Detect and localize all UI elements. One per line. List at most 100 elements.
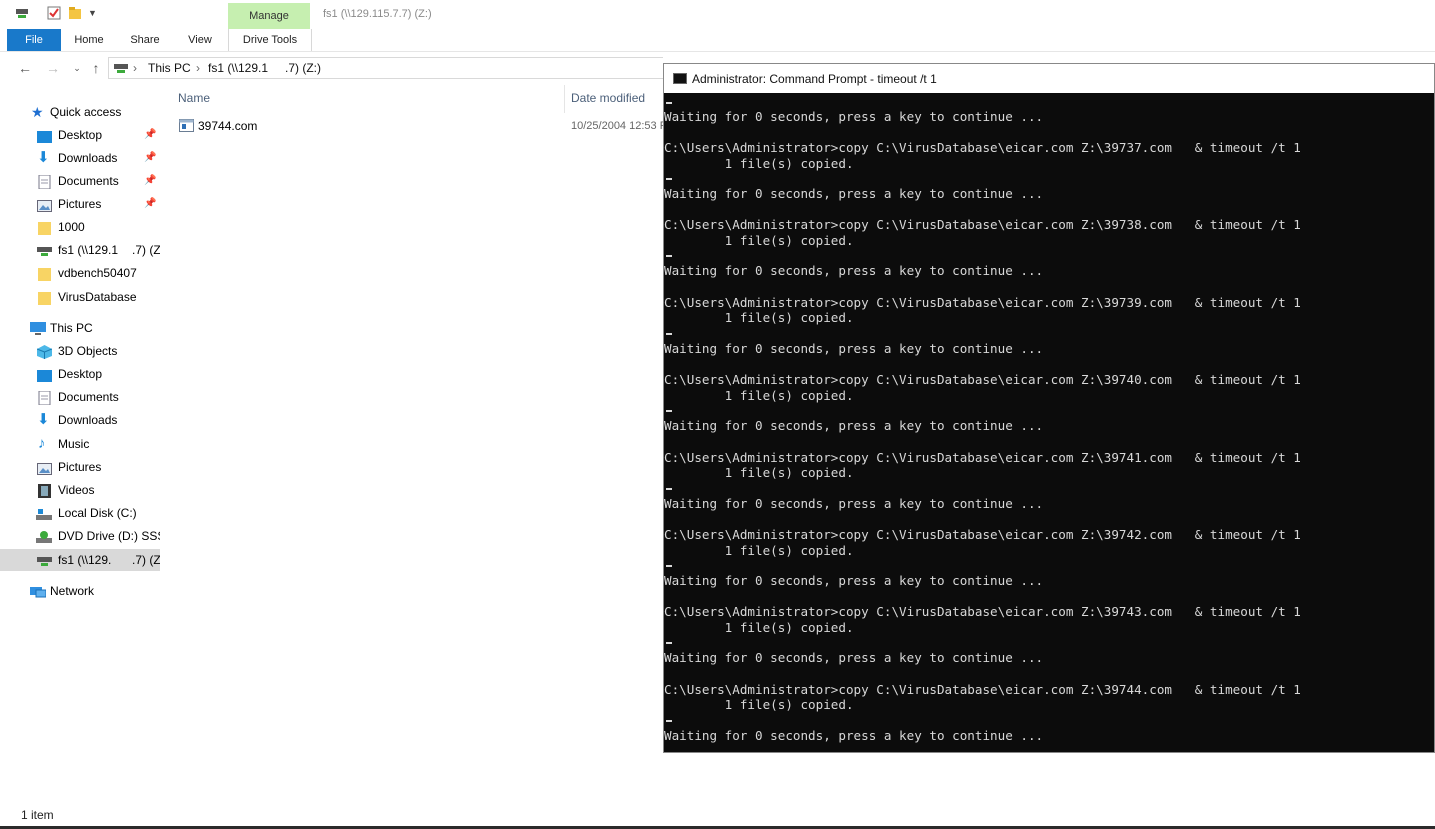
dvd-drive-icon: [36, 529, 52, 543]
cmd-title-bar[interactable]: Administrator: Command Prompt - timeout …: [664, 64, 1434, 93]
drive-icon: [114, 62, 128, 77]
column-header-name[interactable]: Name: [178, 91, 210, 105]
tab-view[interactable]: View: [178, 29, 222, 51]
download-arrow-icon: ⬇: [37, 411, 50, 428]
folder-icon: [38, 220, 53, 235]
column-header-date-modified[interactable]: Date modified: [571, 91, 645, 105]
hard-disk-icon: [36, 506, 52, 520]
console-command-line: C:\Users\Administrator>copy C:\VirusData…: [664, 681, 1301, 697]
recent-locations-icon[interactable]: ⌄: [68, 59, 86, 77]
breadcrumb-fs1[interactable]: fs1 (\\129.1: [208, 61, 268, 75]
cursor-mark: [666, 642, 672, 645]
music-note-icon: ♪: [38, 435, 46, 452]
cmd-window-title: Administrator: Command Prompt - timeout …: [692, 72, 937, 86]
console-wait-line: Waiting for 0 seconds, press a key to co…: [664, 650, 1044, 666]
pin-icon: 📌: [144, 175, 157, 186]
sidebar-item-videos[interactable]: Videos: [0, 479, 160, 501]
pin-icon: 📌: [144, 198, 157, 209]
sidebar-item-label: Downloads: [58, 413, 118, 427]
sidebar-item-pictures[interactable]: Pictures 📌: [0, 193, 160, 215]
file-row[interactable]: 39744.com 10/25/2004 12:53 P: [175, 116, 667, 136]
sidebar-item-downloads[interactable]: ⬇ Downloads 📌: [0, 147, 160, 169]
tab-share[interactable]: Share: [122, 29, 168, 51]
sidebar-item-label: Pictures: [58, 460, 102, 474]
console-output[interactable]: Waiting for 0 seconds, press a key to co…: [664, 93, 1434, 753]
properties-icon[interactable]: [47, 6, 61, 20]
desktop-icon: [37, 367, 52, 382]
cursor-mark: [666, 102, 672, 104]
console-command-line: C:\Users\Administrator>copy C:\VirusData…: [664, 140, 1301, 155]
cursor-mark: [666, 410, 672, 413]
sidebar-item-quick-access[interactable]: ★ Quick access: [0, 101, 160, 123]
film-icon: [38, 483, 53, 498]
sidebar-item-documents[interactable]: Documents 📌: [0, 170, 160, 192]
sidebar-item-network[interactable]: Network: [0, 580, 160, 602]
sidebar-item-downloads-pc[interactable]: ⬇ Downloads: [0, 409, 160, 431]
console-wait-line: Waiting for 0 seconds, press a key to co…: [664, 263, 1044, 279]
sidebar-item-virusdatabase[interactable]: VirusDatabase: [0, 286, 160, 308]
console-copied-line: 1 file(s) copied.: [664, 232, 854, 248]
navigation-pane: ★ Quick access Desktop 📌 ⬇ Downloads 📌 D…: [0, 100, 160, 800]
sidebar-item-fs1-pc[interactable]: fs1 (\\129. .7) (Z: [0, 549, 160, 571]
sidebar-item-label: Local Disk (C:): [58, 506, 137, 520]
sidebar-item-local-disk[interactable]: Local Disk (C:): [0, 502, 160, 524]
address-bar[interactable]: › This PC › fs1 (\\129.1 .7) (Z:): [108, 57, 663, 79]
chevron-right-icon: ›: [196, 61, 200, 75]
console-wait-line: Waiting for 0 seconds, press a key to co…: [664, 727, 1044, 743]
tab-file[interactable]: File: [7, 29, 61, 51]
sidebar-item-label-tail: .7) (Z: [132, 553, 160, 567]
sidebar-item-fs1-quick[interactable]: fs1 (\\129.1 .7) (Z: [0, 239, 160, 261]
sidebar-item-documents-pc[interactable]: Documents: [0, 386, 160, 408]
sidebar-item-vdbench[interactable]: vdbench50407: [0, 262, 160, 284]
tab-drive-tools[interactable]: Drive Tools: [228, 29, 312, 51]
sidebar-item-label: This PC: [50, 321, 93, 335]
console-copied-line: 1 file(s) copied.: [664, 542, 854, 558]
console-command-line: C:\Users\Administrator>copy C:\VirusData…: [664, 372, 1301, 388]
sidebar-item-desktop-pc[interactable]: Desktop: [0, 363, 160, 385]
sidebar-item-music[interactable]: ♪ Music: [0, 433, 160, 455]
status-item-count: 1 item: [21, 808, 54, 822]
sidebar-item-3d-objects[interactable]: 3D Objects: [0, 340, 160, 362]
cursor-mark: [666, 719, 672, 722]
console-wait-line: Waiting for 0 seconds, press a key to co…: [664, 186, 1044, 201]
computer-icon: [30, 321, 46, 335]
network-drive-icon[interactable]: [15, 6, 29, 20]
sidebar-item-1000[interactable]: 1000: [0, 216, 160, 238]
console-command-line: C:\Users\Administrator>copy C:\VirusData…: [664, 604, 1301, 620]
back-arrow-icon[interactable]: ←: [16, 59, 34, 77]
document-icon: [38, 390, 53, 406]
sidebar-item-this-pc[interactable]: This PC: [0, 317, 160, 339]
cursor-mark: [666, 487, 672, 490]
sidebar-item-label: Desktop: [58, 128, 103, 142]
console-wait-line: Waiting for 0 seconds, press a key to co…: [664, 573, 1044, 588]
forward-arrow-icon[interactable]: →: [44, 59, 62, 77]
sidebar-item-label: Videos: [58, 483, 95, 497]
new-folder-icon[interactable]: [68, 6, 82, 20]
desktop-icon: [37, 128, 52, 143]
tab-home[interactable]: Home: [66, 29, 112, 51]
sidebar-item-label: DVD Drive (D:) SSS_): [58, 529, 160, 543]
sidebar-item-desktop[interactable]: Desktop 📌: [0, 124, 160, 146]
sidebar-item-label: 1000: [58, 220, 85, 234]
sidebar-item-label-tail: .7) (Z: [132, 243, 160, 257]
console-command-line: C:\Users\Administrator>copy C:\VirusData…: [664, 294, 1301, 310]
pictures-icon: [37, 460, 52, 475]
customize-toolbar-icon[interactable]: ▼: [88, 8, 102, 22]
sidebar-item-pictures-pc[interactable]: Pictures: [0, 456, 160, 478]
title-bar: ▼ Manage fs1 (\\129.115.7.7) (Z:): [0, 0, 1435, 29]
pin-icon: 📌: [144, 152, 157, 163]
up-arrow-icon[interactable]: ↑: [87, 59, 105, 77]
column-divider[interactable]: [564, 85, 565, 113]
console-wait-line: Waiting for 0 seconds, press a key to co…: [664, 418, 1044, 434]
cube-icon: [36, 344, 53, 359]
network-icon: [30, 584, 47, 598]
network-drive-icon: [37, 243, 52, 257]
application-file-icon: [179, 119, 194, 135]
command-prompt-window[interactable]: Administrator: Command Prompt - timeout …: [663, 63, 1435, 753]
console-command-line: C:\Users\Administrator>copy C:\VirusData…: [664, 527, 1301, 542]
sidebar-item-label: Music: [58, 437, 90, 451]
breadcrumb-this-pc[interactable]: This PC: [148, 61, 191, 75]
console-copied-line: 1 file(s) copied.: [664, 697, 854, 713]
sidebar-item-dvd-drive[interactable]: DVD Drive (D:) SSS_): [0, 525, 160, 547]
cursor-mark: [666, 332, 672, 335]
